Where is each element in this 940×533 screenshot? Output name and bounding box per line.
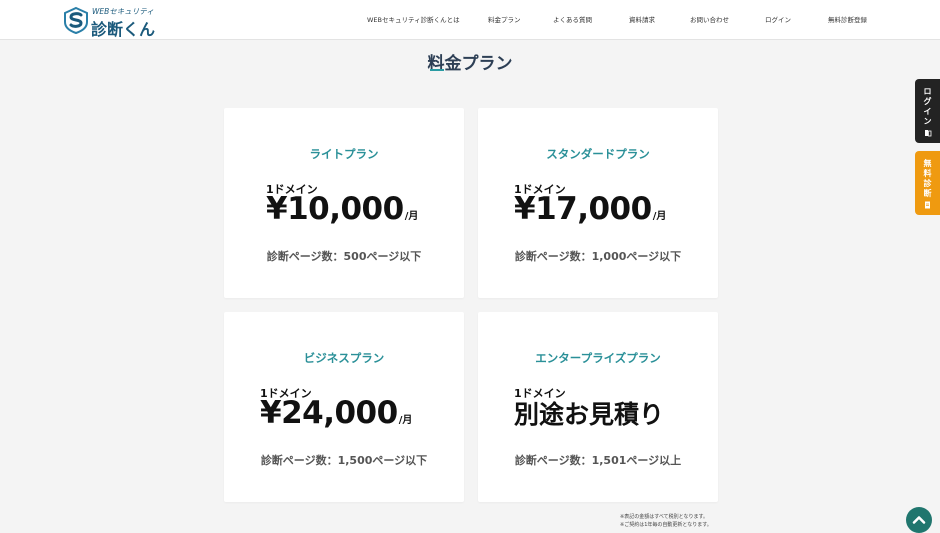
plan-card-business: ビジネスプラン 1ドメイン ¥24,000/月 診断ページ数：1,500ページ以… [224, 312, 464, 502]
side-diag-char: 診 [923, 179, 932, 188]
title-underline [430, 69, 444, 71]
plan-pages: 診断ページ数：1,000ページ以下 [514, 250, 682, 263]
plan-pages: 診断ページ数：1,500ページ以下 [260, 454, 428, 467]
nav-login[interactable]: ログイン [765, 14, 791, 26]
side-diag-char: 無 [923, 159, 932, 168]
side-login-char: ン [923, 117, 932, 126]
side-login-tab[interactable]: ロ グ イ ン [915, 79, 940, 143]
nav-faq[interactable]: よくある質問 [553, 14, 592, 26]
note-tax: ※表記の金額はすべて税別となります。 [620, 514, 708, 520]
plan-name: ライトプラン [309, 147, 379, 161]
side-login-char: ロ [923, 87, 932, 96]
note-renewal: ※ご契約は1年毎の自動更新となります。 [620, 522, 712, 528]
login-icon [925, 130, 932, 137]
price-unit: /月 [398, 415, 413, 426]
logo-title: 診断くん [91, 20, 156, 39]
side-login-char: グ [923, 97, 932, 106]
side-login-char: イ [923, 107, 932, 116]
pricing-notes: ※表記の金額はすべて税別となります。 ※ご契約は1年毎の自動更新となります。 [620, 513, 712, 529]
plan-name: スタンダードプラン [546, 147, 650, 161]
chevron-up-icon [912, 516, 926, 524]
plan-card-light: ライトプラン 1ドメイン ¥10,000/月 診断ページ数：500ページ以下 [224, 108, 464, 298]
plan-card-standard: スタンダードプラン 1ドメイン ¥17,000/月 診断ページ数：1,000ペー… [478, 108, 718, 298]
side-diag-label: 無 料 診 断 [915, 159, 940, 199]
plan-price: ¥10,000/月 [266, 191, 418, 227]
plan-pages: 診断ページ数：500ページ以下 [266, 250, 422, 263]
site-header: WEBセキュリティ 診断くん WEBセキュリティ診断くんとは 料金プラン よくあ… [0, 0, 940, 40]
side-diag-char: 断 [923, 189, 932, 198]
nav-contact[interactable]: お問い合わせ [690, 14, 729, 26]
section-title: 料金プラン [427, 54, 513, 74]
nav-free-register[interactable]: 無料診断登録 [828, 14, 867, 26]
price-amount: ¥17,000 [514, 191, 652, 227]
nav-pricing[interactable]: 料金プラン [488, 14, 521, 26]
plan-pages: 診断ページ数：1,501ページ以上 [514, 454, 682, 467]
site-logo[interactable]: WEBセキュリティ 診断くん [62, 5, 162, 39]
plan-name: ビジネスプラン [303, 351, 385, 365]
nav-documents[interactable]: 資料請求 [629, 14, 655, 26]
side-diag-char: 料 [923, 169, 932, 178]
price-unit: /月 [652, 211, 667, 222]
side-login-label: ロ グ イ ン [915, 87, 940, 127]
side-free-diagnosis-tab[interactable]: 無 料 診 断 [915, 151, 940, 215]
document-icon [925, 201, 930, 209]
logo-shield-icon [64, 6, 88, 34]
plan-price-quote: 別途お見積り [514, 400, 665, 429]
nav-about[interactable]: WEBセキュリティ診断くんとは [367, 14, 460, 26]
price-amount: ¥10,000 [266, 191, 404, 227]
plan-card-enterprise: エンタープライズプラン 1ドメイン 別途お見積り 診断ページ数：1,501ページ… [478, 312, 718, 502]
plan-price: ¥17,000/月 [514, 191, 666, 227]
price-amount: ¥24,000 [260, 395, 398, 431]
plan-name: エンタープライズプラン [535, 351, 661, 365]
scroll-top-button[interactable] [906, 507, 932, 533]
plan-price: ¥24,000/月 [260, 395, 412, 431]
price-unit: /月 [404, 211, 419, 222]
